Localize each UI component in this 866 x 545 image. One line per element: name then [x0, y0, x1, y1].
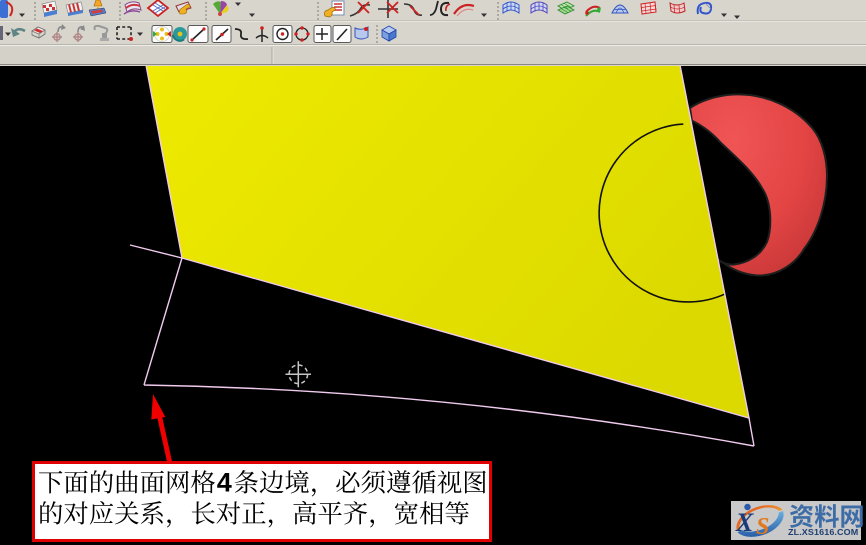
svg-text:S: S	[756, 514, 769, 540]
svg-text:X: X	[735, 508, 754, 537]
